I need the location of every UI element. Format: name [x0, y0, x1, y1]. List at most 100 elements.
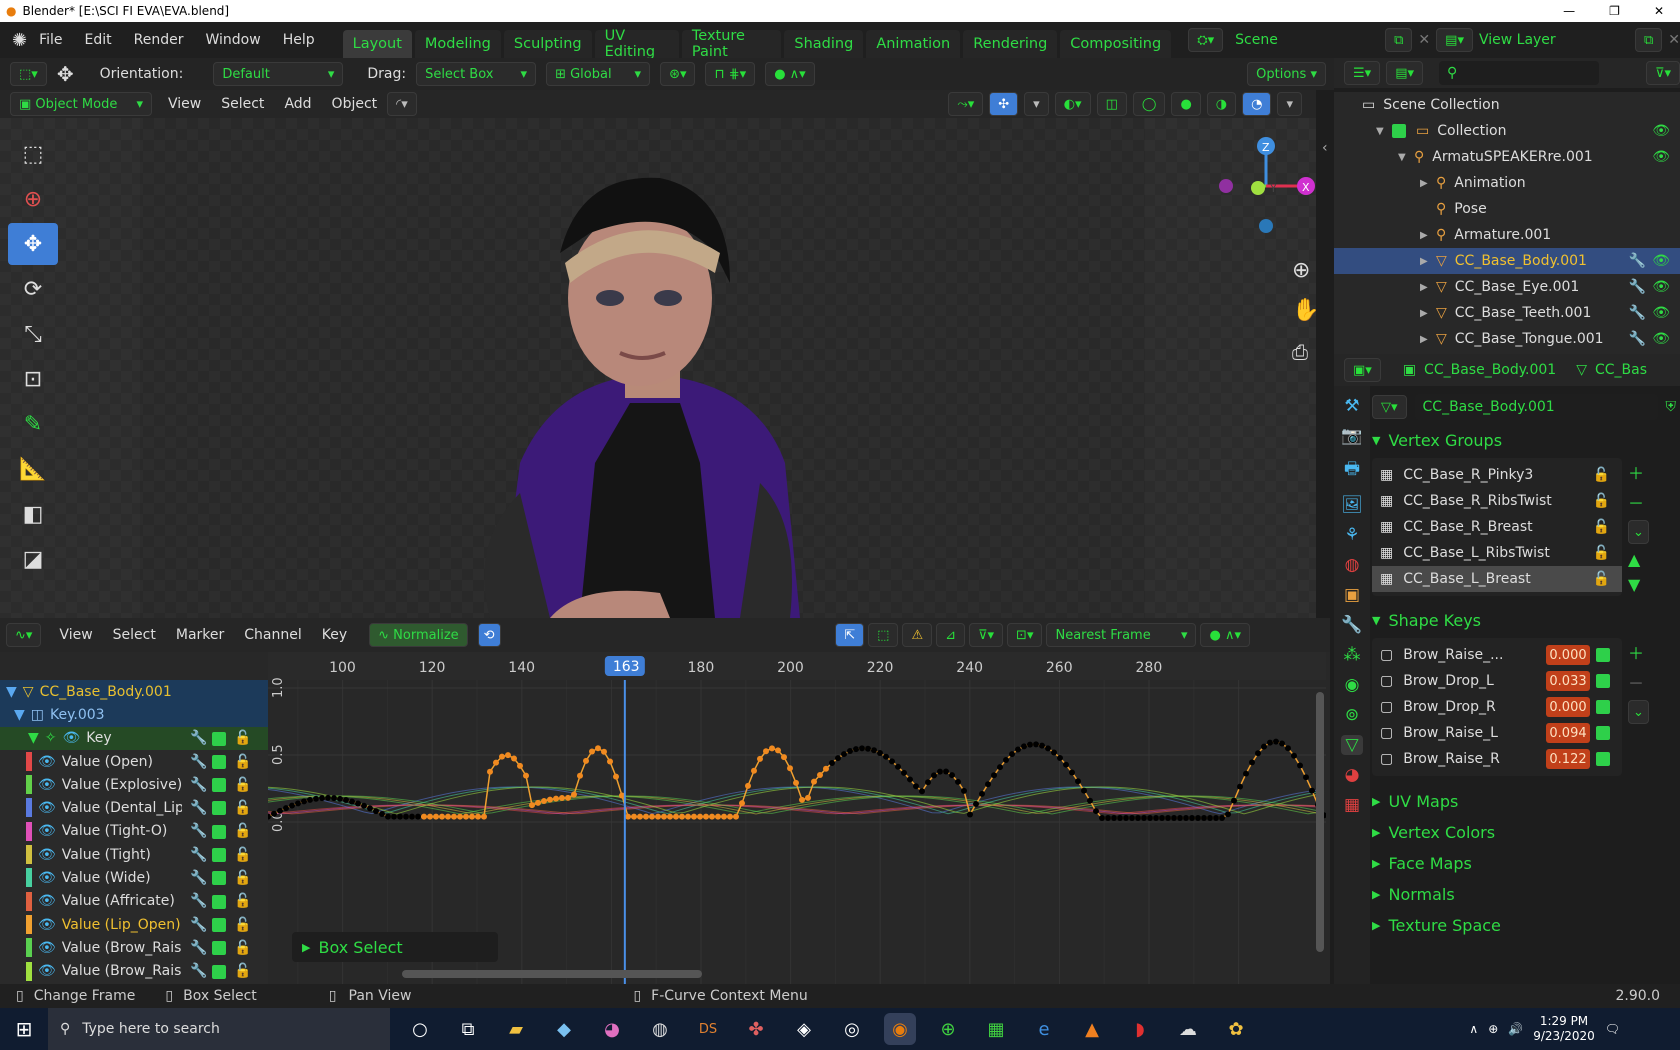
keyframe-point[interactable] [547, 796, 553, 803]
keyframe-point[interactable] [403, 813, 409, 820]
3d-viewport[interactable]: Z X Y ⊕ ✋ ⎙ ‹ [0, 118, 1328, 618]
mute-checkbox[interactable] [212, 801, 226, 816]
keyframe-point[interactable] [463, 813, 469, 820]
green-app-icon[interactable]: ⊕ [932, 1013, 964, 1045]
keyframe-point[interactable] [1255, 750, 1261, 757]
keyframe-point[interactable] [931, 772, 937, 779]
overlay-icon[interactable]: ◐▾ [1054, 92, 1091, 116]
zoom-icon[interactable]: ⊕ [1292, 258, 1310, 283]
texture-tab-icon[interactable]: ▦ [1344, 795, 1360, 815]
keyframe-point[interactable] [1015, 746, 1021, 753]
channel-row[interactable]: 👁 Value (Affricate) 🔧 🔓 [0, 890, 268, 913]
channel-object-row[interactable]: ▼ ▽ CC_Base_Body.001 [0, 680, 268, 704]
keyframe-point[interactable] [1165, 814, 1171, 821]
blender-taskbar-icon[interactable]: ◉ [884, 1013, 916, 1045]
keyframe-point[interactable] [997, 764, 1003, 771]
outliner-item[interactable]: ⚲ Pose [1334, 196, 1680, 222]
keyframe-point[interactable] [1063, 761, 1069, 768]
keyframe-point[interactable] [907, 776, 913, 783]
game-app-icon[interactable]: ▦ [980, 1013, 1012, 1045]
volume-icon[interactable]: 🔊 [1508, 1022, 1523, 1036]
menu-file[interactable]: File [39, 32, 62, 48]
modifier-wrench-icon[interactable]: 🔧 [190, 870, 207, 886]
eye-icon[interactable]: 👁 [63, 730, 81, 746]
outliner-item[interactable]: ▶ ⚲ Armature.001 [1334, 222, 1680, 248]
keyframe-point[interactable] [451, 813, 457, 820]
keyframe-point[interactable] [1231, 797, 1237, 804]
move-down-button[interactable]: ▼ [1628, 575, 1649, 594]
graph-editor-type-icon[interactable]: ∿▾ [6, 623, 42, 647]
keyframe-point[interactable] [733, 813, 739, 820]
outliner-item[interactable]: ▼ ▭ Collection 👁 [1334, 118, 1680, 144]
snap-icon[interactable]: ⊓ ⋕▾ [705, 62, 756, 86]
scene-selector-icon[interactable]: ⛭▾ [1188, 28, 1224, 52]
modifier-wrench-icon[interactable]: 🔧 [190, 823, 207, 839]
keyframe-point[interactable] [853, 746, 859, 753]
keyframe-point[interactable] [811, 778, 817, 785]
keyframe-point[interactable] [571, 791, 577, 798]
paint-app-icon[interactable]: ◕ [596, 1013, 628, 1045]
keyframe-point[interactable] [1249, 759, 1255, 766]
keyframe-point[interactable] [1279, 740, 1285, 747]
show-hidden-icon[interactable]: ⬚ [868, 623, 899, 647]
mute-checkbox[interactable] [212, 848, 226, 863]
keyframe-point[interactable] [835, 755, 841, 762]
keyframe-point[interactable] [1219, 814, 1225, 821]
keyframe-point[interactable] [427, 813, 433, 820]
keyframe-point[interactable] [649, 813, 655, 820]
graph-menu-channel[interactable]: Channel [244, 627, 301, 643]
shape-key-value-field[interactable]: 0.033 [1546, 671, 1590, 691]
mute-checkbox[interactable] [212, 824, 226, 839]
workspace-tab-uv-editing[interactable]: UV Editing [594, 28, 679, 60]
keyframe-point[interactable] [1267, 739, 1273, 746]
delete-scene-icon[interactable]: ✕ [1418, 32, 1430, 48]
keyframe-point[interactable] [1075, 778, 1081, 785]
keyframe-point[interactable] [847, 748, 853, 755]
lock-icon[interactable]: 🔓 [234, 730, 251, 746]
mute-checkbox[interactable] [212, 964, 226, 979]
keyframe-point[interactable] [1195, 814, 1201, 821]
keyframe-point[interactable] [1297, 762, 1303, 769]
keyframe-point[interactable] [613, 773, 619, 780]
vertex-group-item[interactable]: ▦ CC_Base_L_Breast 🔓 [1372, 566, 1622, 592]
keyframe-point[interactable] [841, 751, 847, 758]
keyframe-point[interactable] [601, 748, 607, 755]
vertex-group-item[interactable]: ▦ CC_Base_R_Breast 🔓 [1372, 514, 1622, 540]
keyframe-point[interactable] [505, 752, 511, 759]
render-shading-icon[interactable]: ◔ [1242, 92, 1272, 116]
shape-key-item[interactable]: ▢ Brow_Raise_R 0.122 [1372, 746, 1622, 772]
horizontal-scrollbar[interactable] [402, 970, 702, 978]
keyframe-point[interactable] [1093, 808, 1099, 815]
properties-type-icon[interactable]: ▣▾ [1344, 358, 1381, 382]
modifier-wrench-icon[interactable]: 🔧 [1629, 279, 1646, 295]
expand-arrow-icon[interactable]: ▼ [1376, 126, 1392, 137]
transform-tool-icon[interactable]: ⊡ [8, 358, 58, 400]
eye-icon[interactable]: 👁 [38, 777, 56, 793]
normalize-toggle[interactable]: ∿ Normalize [369, 623, 468, 647]
add-plane-tool-icon[interactable]: ◪ [8, 538, 58, 580]
keyframe-point[interactable] [1237, 783, 1243, 790]
keyframe-point[interactable] [439, 813, 445, 820]
section-normals[interactable]: ▶ Normals [1372, 879, 1676, 910]
expand-arrow-icon[interactable]: ▶ [1420, 256, 1436, 267]
eye-icon[interactable]: 👁 [38, 963, 56, 979]
keyframe-point[interactable] [1045, 745, 1051, 752]
keyframe-point[interactable] [721, 813, 727, 820]
tray-arrow-icon[interactable]: ∧ [1469, 1022, 1478, 1036]
keyframe-point[interactable] [1285, 745, 1291, 752]
lock-icon[interactable]: 🔓 [234, 777, 251, 793]
add-shape-key-button[interactable]: ＋ [1628, 640, 1649, 664]
keyframe-point[interactable] [967, 811, 973, 818]
select-box-tool-icon[interactable]: ⬚ [8, 133, 58, 175]
keyframe-point[interactable] [343, 797, 349, 804]
section-face-maps[interactable]: ▶ Face Maps [1372, 848, 1676, 879]
pivot-icon[interactable]: ⊡▾ [1007, 623, 1043, 647]
outliner-item[interactable]: ▶ ⚲ Animation [1334, 170, 1680, 196]
keyframe-point[interactable] [469, 813, 475, 820]
tool-tab-icon[interactable]: ⚒ [1344, 396, 1359, 416]
viewport-menu-view[interactable]: View [168, 96, 201, 112]
viewport-menu-object[interactable]: Object [332, 96, 378, 112]
keyframe-point[interactable] [985, 781, 991, 788]
world-tab-icon[interactable]: ◍ [1345, 555, 1360, 575]
keyframe-point[interactable] [373, 808, 379, 815]
